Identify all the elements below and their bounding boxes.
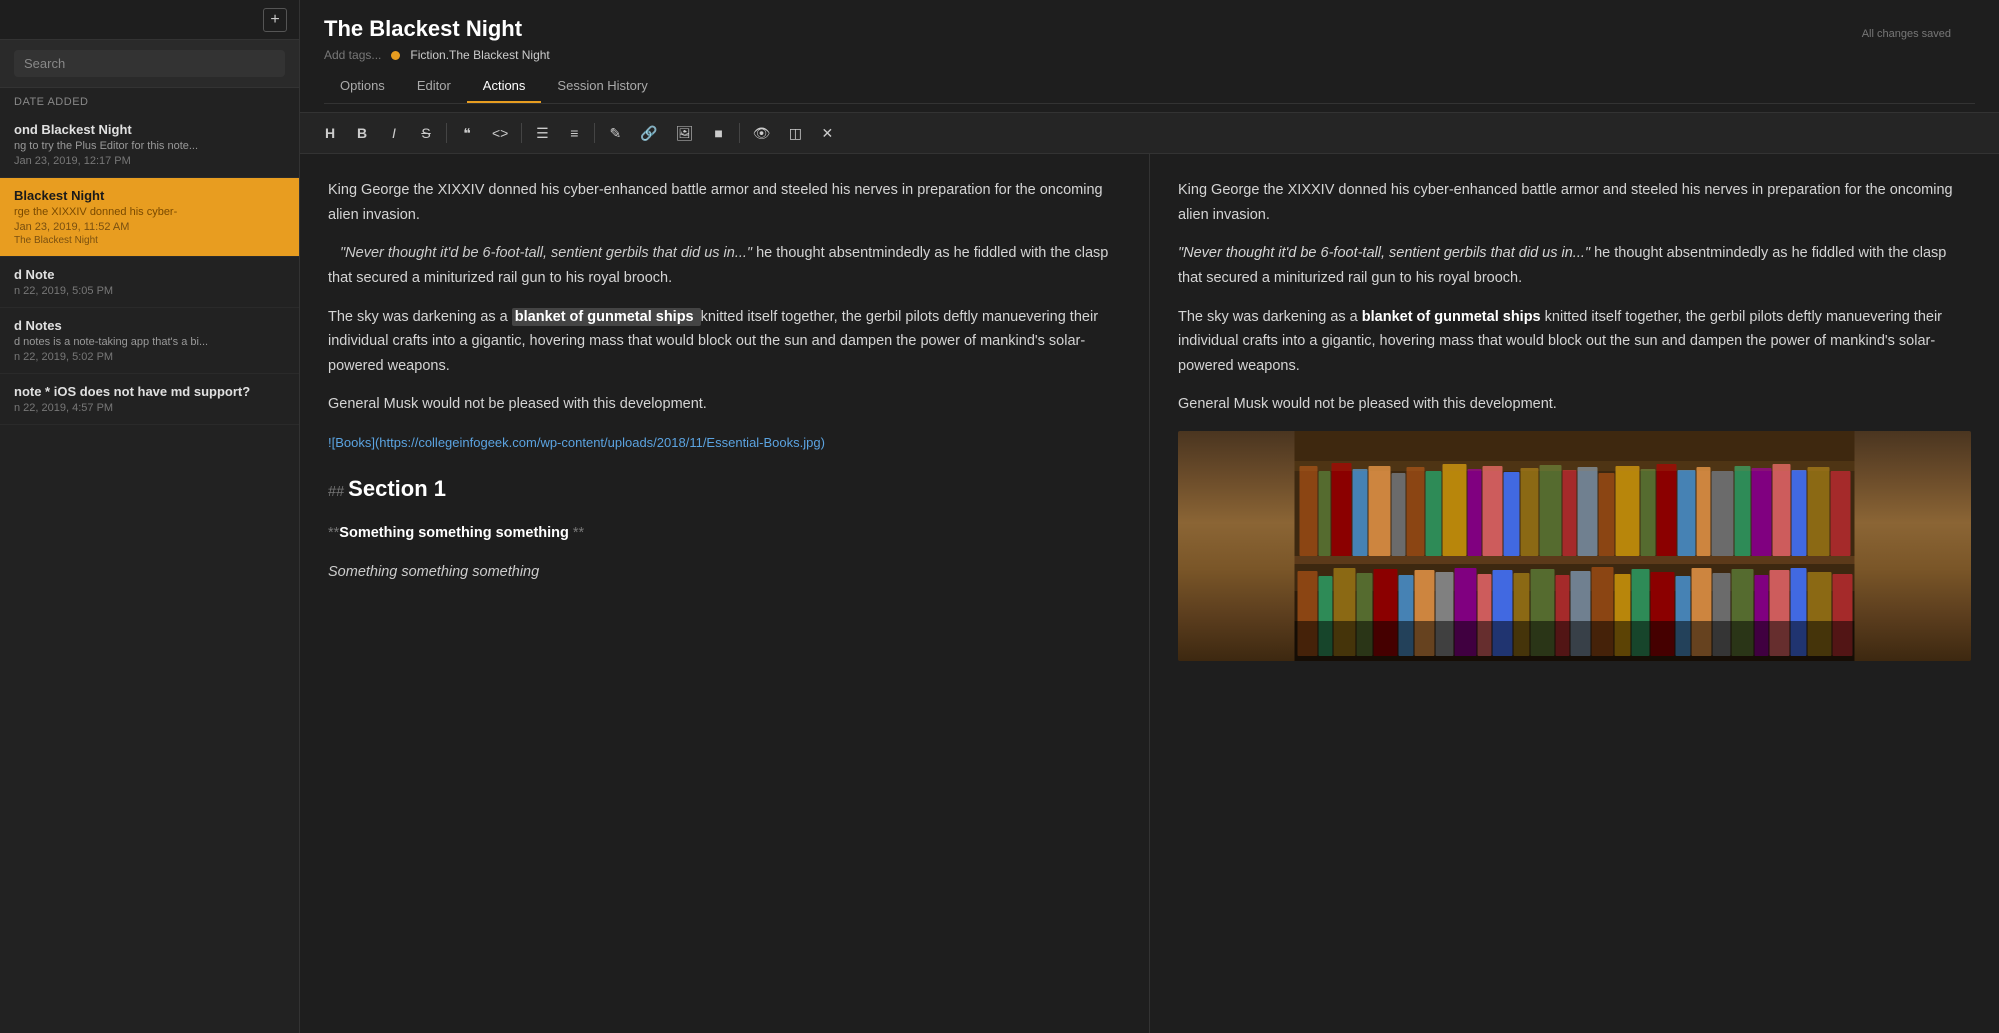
note-title: d Note — [14, 267, 285, 282]
editor-subtext: Something something something — [328, 560, 1121, 585]
preview-para-4: General Musk would not be pleased with t… — [1178, 392, 1971, 417]
tab-editor[interactable]: Editor — [401, 70, 467, 103]
tab-session-history[interactable]: Session History — [541, 70, 663, 103]
search-bar-container — [0, 40, 299, 88]
toolbar-table-button[interactable]: ■ — [705, 119, 733, 147]
toolbar-divider-4 — [739, 123, 740, 143]
editor-subheading: **Something something something ** — [328, 521, 1121, 546]
preview-para-1: King George the XIXXIV donned his cyber-… — [1178, 178, 1971, 227]
note-title: ond Blackest Night — [14, 122, 285, 137]
toolbar-ol-button[interactable]: ≡ — [560, 119, 588, 147]
note-list: ond Blackest Night ng to try the Plus Ed… — [0, 112, 299, 1033]
note-item[interactable]: ond Blackest Night ng to try the Plus Ed… — [0, 112, 299, 178]
note-date: n 22, 2019, 4:57 PM — [14, 402, 285, 414]
toolbar-image-button[interactable]: 🖼 — [669, 119, 701, 147]
note-excerpt: d notes is a note-taking app that's a bi… — [14, 336, 285, 348]
editor-section-heading: ## Section 1 — [328, 470, 1121, 507]
note-title: d Notes — [14, 318, 285, 333]
main-content: The Blackest Night Add tags... Fiction.T… — [300, 0, 1999, 1033]
preview-pane[interactable]: King George the XIXXIV donned his cyber-… — [1150, 154, 1999, 1033]
editor-para-4: General Musk would not be pleased with t… — [328, 392, 1121, 417]
toolbar-bold-button[interactable]: B — [348, 119, 376, 147]
note-date: n 22, 2019, 5:02 PM — [14, 351, 285, 363]
note-date: Jan 23, 2019, 11:52 AM — [14, 221, 285, 233]
note-item[interactable]: note * iOS does not have md support? n 2… — [0, 374, 299, 425]
note-item[interactable]: Blackest Night rge the XIXXIV donned his… — [0, 178, 299, 257]
search-input[interactable] — [14, 50, 285, 77]
toolbar-quote-button[interactable]: ❝ — [453, 119, 481, 147]
note-title: note * iOS does not have md support? — [14, 384, 285, 399]
note-title-main: The Blackest Night — [324, 16, 1975, 42]
editor-para-1: King George the XIXXIV donned his cyber-… — [328, 178, 1121, 227]
editor-image-link: ![Books](https://collegeinfogeek.com/wp-… — [328, 431, 1121, 456]
tag-label: Fiction.The Blackest Night — [410, 48, 549, 62]
section-date-label: Date Added — [0, 88, 299, 112]
books-svg — [1178, 431, 1971, 661]
toolbar-fullscreen-button[interactable]: ✕ — [813, 119, 841, 147]
note-date: Jan 23, 2019, 12:17 PM — [14, 155, 285, 167]
toolbar-divider-1 — [446, 123, 447, 143]
add-tags-label[interactable]: Add tags... — [324, 48, 381, 62]
preview-para-3: The sky was darkening as a blanket of gu… — [1178, 305, 1971, 379]
toolbar-highlight-button[interactable]: ✎ — [601, 119, 629, 147]
tab-actions[interactable]: Actions — [467, 70, 542, 103]
sidebar: + Date Added ond Blackest Night ng to tr… — [0, 0, 300, 1033]
note-item[interactable]: d Notes d notes is a note-taking app tha… — [0, 308, 299, 374]
note-meta: Add tags... Fiction.The Blackest Night — [324, 48, 1975, 62]
books-image — [1178, 431, 1971, 661]
toolbar-preview-button[interactable]: 👁 — [746, 119, 778, 147]
sidebar-top-bar: + — [0, 0, 299, 40]
editor-para-2: "Never thought it'd be 6-foot-tall, sent… — [328, 241, 1121, 290]
toolbar-ul-button[interactable]: ☰ — [528, 119, 556, 147]
note-header: The Blackest Night Add tags... Fiction.T… — [300, 0, 1999, 113]
toolbar-tabs: Options Editor Actions Session History — [324, 70, 1975, 104]
toolbar-split-button[interactable]: ◫ — [781, 119, 809, 147]
tag-dot-icon — [391, 51, 400, 60]
note-excerpt: ng to try the Plus Editor for this note.… — [14, 140, 285, 152]
toolbar-italic-button[interactable]: I — [380, 119, 408, 147]
tab-options[interactable]: Options — [324, 70, 401, 103]
note-tag: The Blackest Night — [14, 235, 285, 246]
toolbar-strikethrough-button[interactable]: S — [412, 119, 440, 147]
add-note-button[interactable]: + — [263, 8, 287, 32]
editor-toolbar: H B I S ❝ <> ☰ ≡ ✎ 🔗 🖼 ■ 👁 ◫ ✕ — [300, 113, 1999, 154]
toolbar-divider-3 — [594, 123, 595, 143]
toolbar-heading-button[interactable]: H — [316, 119, 344, 147]
preview-para-2: "Never thought it'd be 6-foot-tall, sent… — [1178, 241, 1971, 290]
toolbar-link-button[interactable]: 🔗 — [633, 119, 664, 147]
note-date: n 22, 2019, 5:05 PM — [14, 285, 285, 297]
note-title: Blackest Night — [14, 188, 285, 203]
note-item[interactable]: d Note n 22, 2019, 5:05 PM — [0, 257, 299, 308]
note-excerpt: rge the XIXXIV donned his cyber- — [14, 206, 285, 218]
editor-area: King George the XIXXIV donned his cyber-… — [300, 154, 1999, 1033]
toolbar-divider-2 — [521, 123, 522, 143]
all-changes-saved: All changes saved — [1862, 28, 1951, 40]
editor-pane[interactable]: King George the XIXXIV donned his cyber-… — [300, 154, 1150, 1033]
toolbar-code-button[interactable]: <> — [485, 119, 515, 147]
editor-para-3: The sky was darkening as a blanket of gu… — [328, 305, 1121, 379]
